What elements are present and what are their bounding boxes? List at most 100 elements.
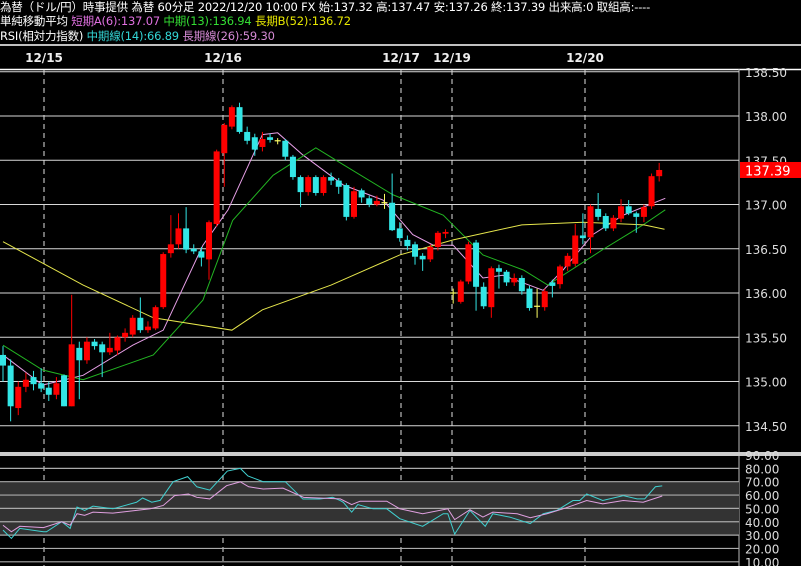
candle — [381, 193, 388, 209]
candle-body — [427, 246, 434, 260]
candle-body — [434, 232, 441, 247]
candle — [68, 294, 75, 407]
candle-body — [633, 213, 640, 217]
candle — [15, 381, 22, 416]
candle — [419, 253, 426, 271]
rsi-tick-label: 40.00 — [745, 516, 779, 530]
candle-body — [541, 291, 548, 308]
candle — [480, 282, 487, 309]
candle — [244, 126, 251, 145]
candle-body — [106, 347, 113, 353]
candle-body — [68, 344, 75, 407]
rsi-tick-label: 60.00 — [745, 489, 779, 503]
candle-body — [99, 344, 106, 353]
candle — [129, 315, 136, 338]
candle — [625, 200, 632, 216]
ma-long-line — [2, 221, 665, 331]
candle-body — [312, 177, 319, 193]
candle-body — [564, 255, 571, 267]
candle — [648, 173, 655, 209]
candle-body — [442, 231, 449, 234]
candle-body — [320, 177, 327, 193]
candle — [495, 264, 502, 289]
candle — [221, 123, 228, 187]
candle — [488, 266, 495, 318]
candle — [289, 154, 296, 180]
candle-body — [350, 191, 357, 217]
candle-body — [610, 217, 617, 229]
candle-body — [175, 228, 182, 245]
candle-body — [358, 190, 365, 198]
candle-body — [38, 383, 45, 389]
candle-body — [457, 281, 464, 302]
candle-body — [282, 140, 289, 157]
candle — [427, 244, 434, 263]
date-label: 12/19 — [433, 51, 471, 65]
candle — [213, 149, 220, 227]
candle-body — [267, 137, 274, 140]
candle-body — [152, 307, 159, 329]
candle-body — [511, 277, 518, 283]
price-chart[interactable]: 12/15 12/16 12/17 12/19 12/20 138.50 138.00 137… — [0, 0, 801, 566]
candle — [236, 102, 243, 134]
candle-body — [144, 326, 151, 331]
candle — [640, 204, 647, 223]
candle-body — [251, 137, 258, 150]
candle — [274, 138, 281, 145]
candle — [22, 372, 29, 393]
candle-body — [556, 266, 563, 285]
candle — [122, 328, 129, 342]
candle — [282, 139, 289, 161]
candle-body — [114, 337, 121, 351]
candle — [526, 285, 533, 311]
candle — [602, 213, 609, 232]
candle-body — [625, 206, 632, 214]
candle — [343, 183, 350, 221]
candle-body — [61, 375, 68, 407]
price-tick-label: 138.50 — [745, 66, 787, 80]
candle — [610, 215, 617, 232]
candle — [175, 213, 182, 249]
candle — [190, 244, 197, 255]
candle-body — [503, 271, 510, 283]
date-label: 12/16 — [204, 51, 242, 65]
candle — [450, 288, 457, 304]
candle-body — [526, 288, 533, 309]
candle — [618, 199, 625, 223]
candle-body — [335, 180, 342, 187]
candle-body — [190, 248, 197, 252]
candle-body — [0, 354, 6, 366]
candle — [564, 253, 571, 271]
candle-body — [297, 177, 304, 193]
candle — [518, 275, 525, 295]
candle-body — [648, 176, 655, 207]
candle — [633, 211, 640, 233]
price-tick-label: 134.50 — [745, 420, 787, 434]
candle — [587, 204, 594, 254]
candle — [7, 359, 14, 422]
candle — [320, 175, 327, 196]
candle-body — [7, 365, 14, 407]
candle-body — [206, 222, 213, 260]
candle-body — [76, 347, 83, 361]
rsi-tick-label: 90.00 — [745, 449, 779, 463]
candle-body — [228, 107, 235, 127]
date-label: 12/15 — [25, 51, 63, 65]
candle-body — [259, 139, 266, 147]
rsi-tick-label: 50.00 — [745, 502, 779, 516]
candle-body — [595, 208, 602, 217]
candle — [0, 346, 6, 382]
candle-body — [495, 268, 502, 272]
candle-body — [549, 282, 556, 286]
candle-body — [167, 244, 174, 254]
candle — [366, 195, 373, 208]
candle-body — [236, 107, 243, 132]
candle-body — [45, 387, 52, 395]
candle-body — [83, 341, 90, 361]
candle — [297, 175, 304, 208]
date-label: 12/17 — [382, 51, 420, 65]
candle — [511, 273, 518, 286]
rsi-tick-label: 10.00 — [745, 556, 779, 566]
rsi-tick-label: 80.00 — [745, 462, 779, 476]
candle-body — [343, 185, 350, 217]
